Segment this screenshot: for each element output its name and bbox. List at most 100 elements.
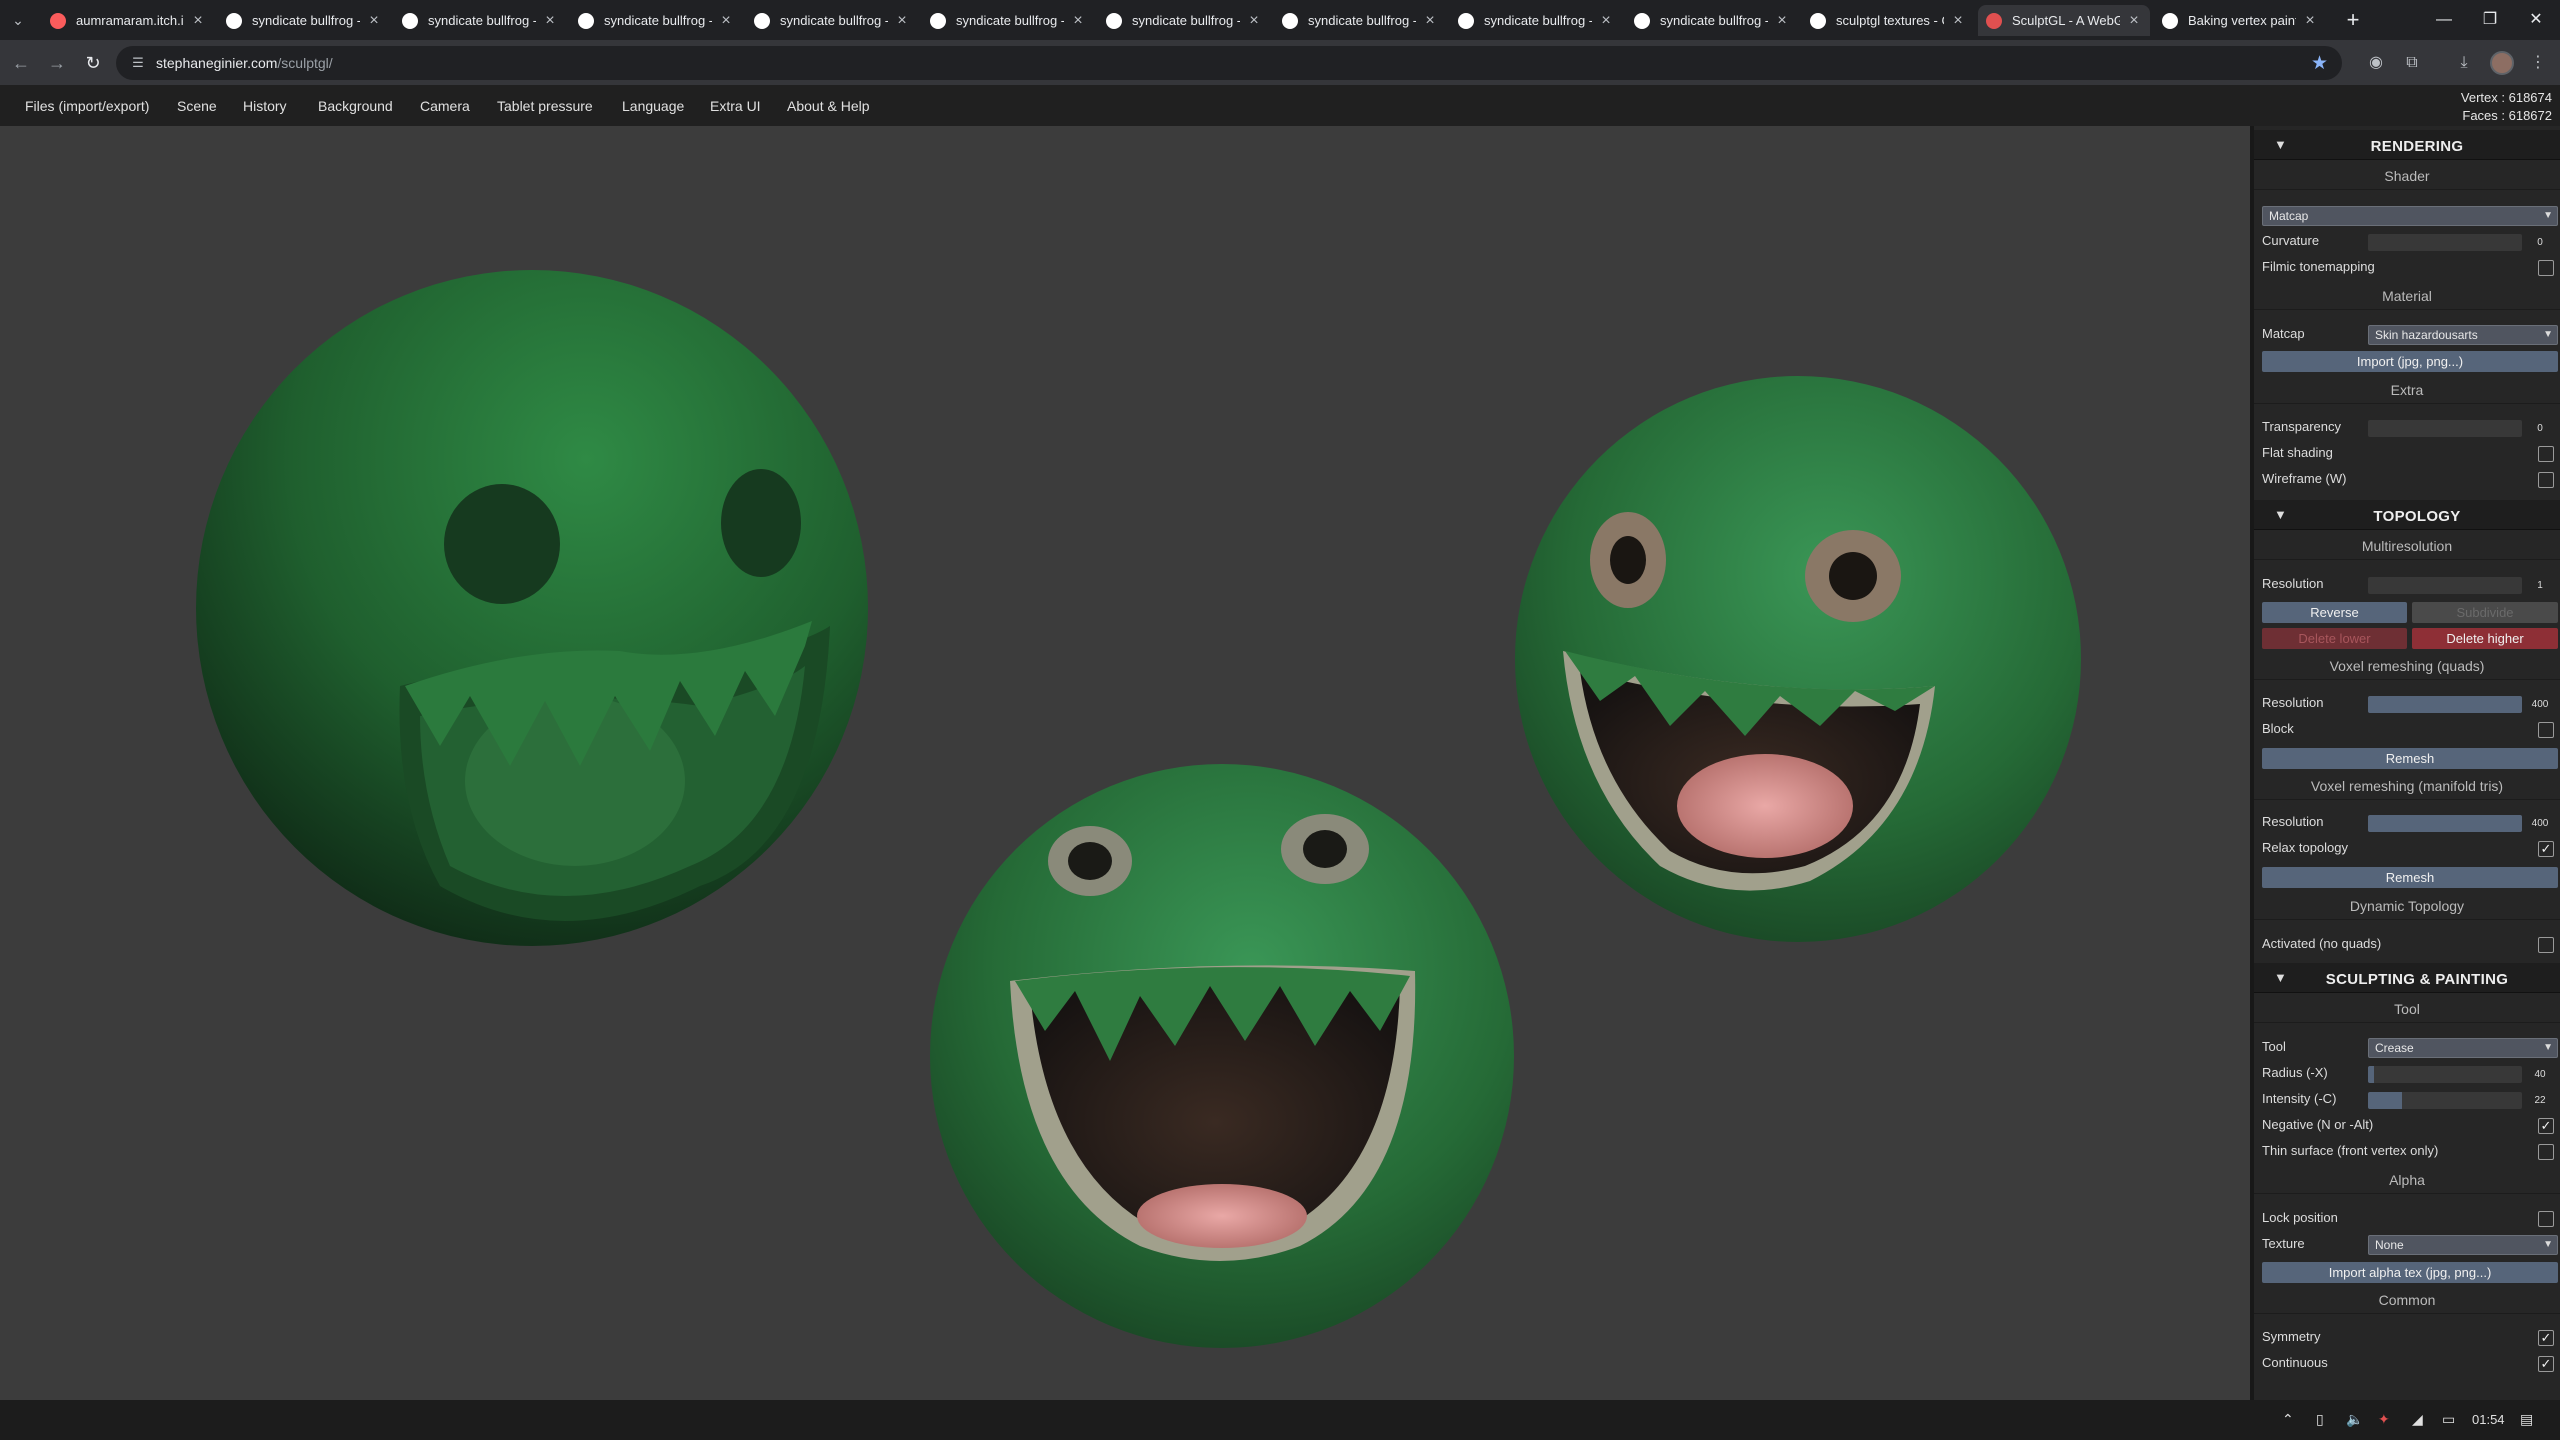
3d-viewport[interactable]: [0, 126, 2250, 1400]
close-tab-icon[interactable]: ×: [1774, 12, 1790, 30]
tool-select[interactable]: Crease ▼: [2368, 1038, 2558, 1058]
close-tab-icon[interactable]: ×: [366, 12, 382, 30]
menu-item[interactable]: Language: [622, 98, 684, 114]
filmic-checkbox[interactable]: [2538, 260, 2554, 276]
browser-tab[interactable]: Baking vertex paint ×: [2154, 5, 2326, 36]
download-icon[interactable]: ⤓: [2452, 51, 2476, 75]
clock[interactable]: 01:54: [2472, 1412, 2505, 1427]
new-tab-icon[interactable]: +: [2340, 8, 2366, 34]
tab-search-icon[interactable]: ⌄: [6, 8, 30, 32]
volume-icon[interactable]: 🔈: [2346, 1411, 2363, 1428]
browser-tab[interactable]: syndicate bullfrog - Google ×: [1450, 5, 1622, 36]
voxel-tris-resolution-value[interactable]: 400: [2524, 815, 2556, 832]
subdivide-button[interactable]: Subdivide: [2412, 602, 2558, 623]
dyntopo-activated-checkbox[interactable]: [2538, 937, 2554, 953]
close-tab-icon[interactable]: ×: [894, 12, 910, 30]
close-tab-icon[interactable]: ×: [1070, 12, 1086, 30]
topology-section-header[interactable]: ▼ TOPOLOGY: [2254, 500, 2560, 530]
close-tab-icon[interactable]: ×: [1950, 12, 1966, 30]
forward-icon[interactable]: →: [44, 50, 70, 76]
menu-item[interactable]: Tablet pressure: [497, 98, 593, 114]
flat-shading-checkbox[interactable]: [2538, 446, 2554, 462]
url-text[interactable]: stephaneginier.com/sculptgl/: [156, 55, 333, 71]
bookmark-star-icon[interactable]: ★: [2311, 52, 2328, 75]
close-tab-icon[interactable]: ×: [2302, 12, 2318, 30]
close-tab-icon[interactable]: ×: [718, 12, 734, 30]
continuous-checkbox[interactable]: ✓: [2538, 1356, 2554, 1372]
transparency-value[interactable]: 0: [2524, 420, 2556, 437]
profile-avatar[interactable]: [2490, 51, 2514, 75]
thin-surface-checkbox[interactable]: [2538, 1144, 2554, 1160]
browser-tab[interactable]: sculptgl textures - Google ×: [1802, 5, 1974, 36]
import-matcap-button[interactable]: Import (jpg, png...): [2262, 351, 2558, 372]
negative-checkbox[interactable]: ✓: [2538, 1118, 2554, 1134]
close-tab-icon[interactable]: ×: [1422, 12, 1438, 30]
menu-item[interactable]: Extra UI: [710, 98, 761, 114]
radius-slider[interactable]: [2368, 1066, 2522, 1083]
browser-tab[interactable]: syndicate bullfrog - Google ×: [218, 5, 390, 36]
texture-select[interactable]: None ▼: [2368, 1235, 2558, 1255]
delete-lower-button[interactable]: Delete lower: [2262, 628, 2407, 649]
sculpt-head-right[interactable]: [1515, 376, 2081, 942]
symmetry-checkbox[interactable]: ✓: [2538, 1330, 2554, 1346]
notifications-icon[interactable]: ▤: [2520, 1411, 2533, 1428]
browser-tab[interactable]: syndicate bullfrog - Google ×: [1098, 5, 1270, 36]
browser-tab[interactable]: SculptGL - A WebGL ×: [1978, 5, 2150, 36]
close-tab-icon[interactable]: ×: [1598, 12, 1614, 30]
browser-menu-icon[interactable]: ⋮: [2526, 51, 2550, 75]
menu-item[interactable]: Files (import/export): [25, 98, 149, 114]
remesh-quads-button[interactable]: Remesh: [2262, 748, 2558, 769]
block-checkbox[interactable]: [2538, 722, 2554, 738]
site-info-icon[interactable]: ☰: [130, 55, 146, 71]
browser-tab[interactable]: syndicate bullfrog - Google ×: [1626, 5, 1798, 36]
delete-higher-button[interactable]: Delete higher: [2412, 628, 2558, 649]
browser-tab[interactable]: syndicate bullfrog - Google ×: [746, 5, 918, 36]
sculpt-head-left[interactable]: [196, 270, 868, 946]
multires-resolution-slider[interactable]: [2368, 577, 2522, 594]
incognito-icon[interactable]: ◉: [2364, 51, 2388, 75]
reverse-button[interactable]: Reverse: [2262, 602, 2407, 623]
multires-resolution-value[interactable]: 1: [2524, 577, 2556, 594]
usb-icon[interactable]: ▯: [2316, 1411, 2324, 1428]
close-tab-icon[interactable]: ×: [542, 12, 558, 30]
voxel-quads-resolution-value[interactable]: 400: [2524, 696, 2556, 713]
menu-item[interactable]: About & Help: [787, 98, 870, 114]
sculpt-head-middle[interactable]: [930, 764, 1514, 1348]
battery-icon[interactable]: ▭: [2442, 1411, 2455, 1428]
restore-icon[interactable]: ❐: [2470, 6, 2510, 34]
matcap-select[interactable]: Skin hazardousarts ▼: [2368, 325, 2558, 345]
close-tab-icon[interactable]: ×: [1246, 12, 1262, 30]
minimize-icon[interactable]: —: [2424, 6, 2464, 34]
browser-tab[interactable]: syndicate bullfrog - Google ×: [570, 5, 742, 36]
close-tab-icon[interactable]: ×: [2126, 12, 2142, 30]
back-icon[interactable]: ←: [8, 50, 34, 76]
tray-chevron-icon[interactable]: ⌃: [2282, 1411, 2294, 1428]
close-window-icon[interactable]: ✕: [2516, 6, 2556, 34]
reload-icon[interactable]: ↻: [80, 50, 106, 76]
curvature-value[interactable]: 0: [2524, 234, 2556, 251]
browser-tab[interactable]: syndicate bullfrog - Google ×: [1274, 5, 1446, 36]
rendering-section-header[interactable]: ▼ RENDERING: [2254, 130, 2560, 160]
voxel-tris-resolution-slider[interactable]: [2368, 815, 2522, 832]
voxel-quads-resolution-slider[interactable]: [2368, 696, 2522, 713]
import-alpha-button[interactable]: Import alpha tex (jpg, png...): [2262, 1262, 2558, 1283]
shader-select[interactable]: Matcap ▼: [2262, 206, 2558, 226]
relax-topology-checkbox[interactable]: ✓: [2538, 841, 2554, 857]
address-bar[interactable]: ☰ stephaneginier.com/sculptgl/ ★: [116, 46, 2342, 80]
menu-item[interactable]: History: [243, 98, 287, 114]
menu-item[interactable]: Background: [318, 98, 393, 114]
browser-tab[interactable]: syndicate bullfrog - Google ×: [922, 5, 1094, 36]
app-tray-icon[interactable]: ✦: [2378, 1411, 2390, 1428]
close-tab-icon[interactable]: ×: [190, 12, 206, 30]
remesh-tris-button[interactable]: Remesh: [2262, 867, 2558, 888]
browser-tab[interactable]: syndicate bullfrog - Google ×: [394, 5, 566, 36]
sculpting-section-header[interactable]: ▼ SCULPTING & PAINTING: [2254, 963, 2560, 993]
intensity-value[interactable]: 22: [2524, 1092, 2556, 1109]
radius-value[interactable]: 40: [2524, 1066, 2556, 1083]
menu-item[interactable]: Scene: [177, 98, 217, 114]
extensions-icon[interactable]: ⧉: [2400, 51, 2424, 75]
transparency-slider[interactable]: [2368, 420, 2522, 437]
browser-tab[interactable]: aumramaram.itch.io ×: [42, 5, 214, 36]
network-icon[interactable]: ◢: [2412, 1411, 2423, 1428]
lock-position-checkbox[interactable]: [2538, 1211, 2554, 1227]
